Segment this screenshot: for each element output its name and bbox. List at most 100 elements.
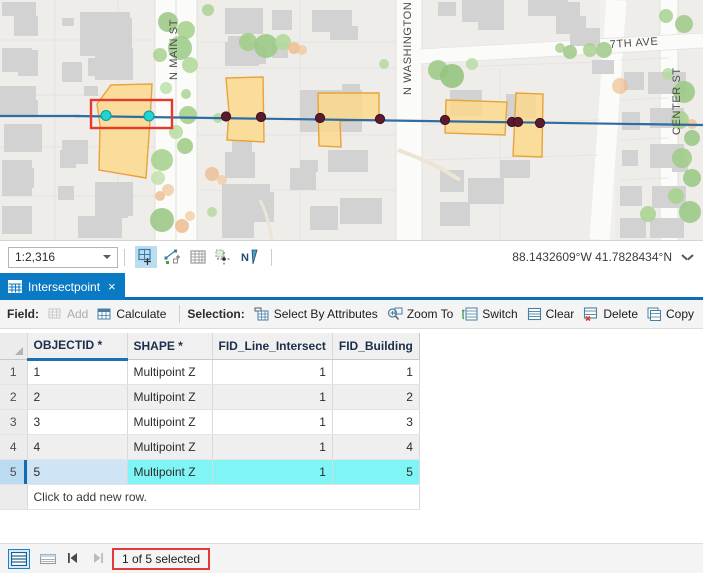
cell-fid-line-intersect[interactable]: 1 xyxy=(212,384,333,410)
tab-label: Intersectpoint xyxy=(28,279,101,294)
attribute-grid[interactable]: OBJECTID * SHAPE * FID_Line_Intersect FI… xyxy=(0,333,703,537)
table-row-selected[interactable]: 5 5 Multipoint Z 1 5 xyxy=(0,459,420,485)
select-all-corner[interactable] xyxy=(0,333,28,360)
table-view-button[interactable] xyxy=(8,548,30,569)
grid-icon xyxy=(190,250,206,264)
select-by-attributes-label: Select By Attributes xyxy=(273,307,378,321)
cell-objectid[interactable]: 3 xyxy=(27,409,128,435)
cell-objectid[interactable]: 1 xyxy=(27,359,128,385)
map-graphics: N MAIN ST N WASHINGTON S 7TH AVE CENTER … xyxy=(0,0,703,240)
divider xyxy=(271,248,272,266)
cell-fid-line-intersect[interactable]: 1 xyxy=(212,434,333,460)
add-field-icon xyxy=(48,308,61,319)
column-header-shape[interactable]: SHAPE * xyxy=(127,333,213,360)
map-scale-combobox[interactable]: 1:2,316 xyxy=(8,246,118,268)
cell-fid-line-intersect[interactable]: 1 xyxy=(212,359,333,385)
row-header xyxy=(0,484,28,510)
cell-objectid[interactable]: 5 xyxy=(27,459,128,485)
select-by-rectangle-tool-button[interactable] xyxy=(161,246,183,268)
cell-shape[interactable]: Multipoint Z xyxy=(127,384,213,410)
map-status-bar: 1:2,316 N 88.1432609°W 41.7828434°N xyxy=(0,240,703,273)
map-canvas[interactable]: N MAIN ST N WASHINGTON S 7TH AVE CENTER … xyxy=(0,0,703,240)
cell-objectid[interactable]: 4 xyxy=(27,434,128,460)
row-header[interactable]: 1 xyxy=(0,359,28,385)
add-field-label: Add xyxy=(67,307,89,321)
select-features-icon xyxy=(138,248,151,265)
add-field-button[interactable]: Add xyxy=(45,305,94,323)
add-new-row[interactable]: Click to add new row. xyxy=(0,484,420,510)
table-row[interactable]: 1 1 Multipoint Z 1 1 xyxy=(0,359,420,385)
zoom-to-icon xyxy=(387,307,403,320)
previous-record-icon xyxy=(68,552,77,563)
attribute-table: OBJECTID * SHAPE * FID_Line_Intersect FI… xyxy=(0,333,420,510)
table-body: 1 1 Multipoint Z 1 1 2 2 Multipoint Z 1 … xyxy=(0,359,420,510)
crosshair-icon xyxy=(215,249,231,265)
edit-vertices-icon xyxy=(164,249,180,264)
cell-objectid[interactable]: 2 xyxy=(27,384,128,410)
switch-selection-label: Switch xyxy=(482,307,518,321)
cell-fid-building[interactable]: 3 xyxy=(332,409,420,435)
row-header[interactable]: 4 xyxy=(0,434,28,460)
column-header-fid-line-intersect[interactable]: FID_Line_Intersect xyxy=(212,333,333,360)
close-icon[interactable]: × xyxy=(106,280,118,293)
svg-text:N: N xyxy=(241,252,249,264)
street-label-n-main-st: N MAIN ST xyxy=(168,19,180,80)
switch-selection-icon xyxy=(462,307,478,320)
form-view-icon xyxy=(40,553,56,564)
table-row[interactable]: 3 3 Multipoint Z 1 3 xyxy=(0,409,420,435)
table-row[interactable]: 2 2 Multipoint Z 1 2 xyxy=(0,384,420,410)
cell-fid-line-intersect[interactable]: 1 xyxy=(212,459,333,485)
switch-selection-button[interactable]: Switch xyxy=(459,305,523,324)
cell-fid-line-intersect[interactable]: 1 xyxy=(212,409,333,435)
select-by-attributes-button[interactable]: Select By Attributes xyxy=(251,305,384,324)
divider xyxy=(179,305,181,323)
delete-selection-button[interactable]: Delete xyxy=(580,305,644,324)
clear-selection-label: Clear xyxy=(545,307,575,321)
previous-record-button[interactable] xyxy=(66,551,82,567)
cell-shape[interactable]: Multipoint Z xyxy=(127,434,213,460)
clear-selection-button[interactable]: Clear xyxy=(524,305,581,324)
tab-intersectpoint[interactable]: Intersectpoint × xyxy=(0,273,125,300)
zoom-to-selection-button[interactable]: Zoom To xyxy=(384,305,459,324)
calculate-field-button[interactable]: Calculate xyxy=(94,305,172,323)
cell-fid-building[interactable]: 4 xyxy=(332,434,420,460)
form-view-button[interactable] xyxy=(37,549,59,569)
chevron-down-icon[interactable] xyxy=(682,254,693,261)
table-icon xyxy=(8,280,22,293)
row-header[interactable]: 3 xyxy=(0,409,28,435)
table-tab-strip: Intersectpoint × xyxy=(0,273,703,300)
next-record-button[interactable] xyxy=(89,551,105,567)
map-scale-value: 1:2,316 xyxy=(15,250,56,264)
cell-shape[interactable]: Multipoint Z xyxy=(127,409,213,435)
copy-selection-button[interactable]: Copy xyxy=(644,305,700,324)
coordinates-value: 88.1432609°W 41.7828434°N xyxy=(512,250,672,264)
chevron-down-icon[interactable] xyxy=(103,255,111,259)
row-header[interactable]: 5 xyxy=(0,459,28,485)
north-arrow-tool-button[interactable]: N xyxy=(239,246,261,268)
cell-fid-building[interactable]: 2 xyxy=(332,384,420,410)
select-by-attributes-icon xyxy=(254,307,269,320)
column-header-fid-building[interactable]: FID_Building xyxy=(332,333,420,360)
table-row[interactable]: 4 4 Multipoint Z 1 4 xyxy=(0,434,420,460)
cell-shape[interactable]: Multipoint Z xyxy=(127,359,213,385)
row-header[interactable]: 2 xyxy=(0,384,28,410)
cell-shape[interactable]: Multipoint Z xyxy=(127,459,213,485)
explore-tool-button[interactable] xyxy=(135,246,157,268)
next-record-icon xyxy=(94,552,103,563)
street-label-center-st: CENTER ST xyxy=(671,67,683,135)
add-new-row-label[interactable]: Click to add new row. xyxy=(27,484,420,510)
cell-fid-building[interactable]: 5 xyxy=(332,459,420,485)
north-arrow-icon: N xyxy=(241,249,258,265)
copy-label: Copy xyxy=(666,307,695,321)
map-coordinates-display: 88.1432609°W 41.7828434°N xyxy=(512,250,703,264)
delete-label: Delete xyxy=(603,307,638,321)
attribute-table-tool-button[interactable] xyxy=(187,246,209,268)
table-status-bar: 1 of 5 selected xyxy=(0,543,703,573)
divider xyxy=(124,248,125,266)
calculate-field-icon xyxy=(97,308,111,320)
cell-fid-building[interactable]: 1 xyxy=(332,359,420,385)
selection-count-status: 1 of 5 selected xyxy=(112,547,211,570)
pan-tool-button[interactable] xyxy=(213,246,235,268)
map-tool-group: N xyxy=(135,246,278,268)
column-header-objectid[interactable]: OBJECTID * xyxy=(27,333,128,361)
